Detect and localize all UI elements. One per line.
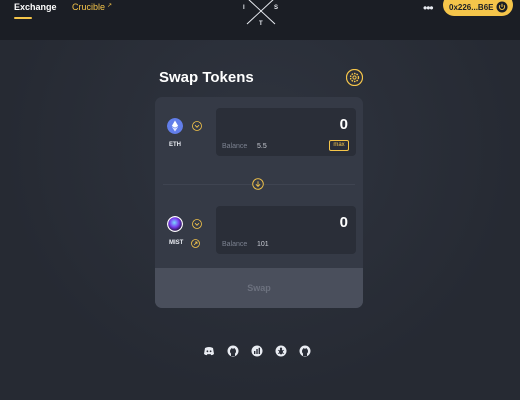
eth-token-icon bbox=[167, 118, 183, 134]
arrow-down-icon[interactable] bbox=[252, 178, 264, 190]
tab-crucible[interactable]: Crucible ↗ bbox=[72, 2, 112, 12]
wallet-button[interactable]: 0x226...B6E bbox=[443, 0, 513, 16]
from-amount-value: 0 bbox=[339, 116, 348, 133]
logo-letter-s: S bbox=[274, 5, 279, 11]
swap-card: ETH 0 Balance 5.5 max MIST 0 Balance 101… bbox=[155, 97, 363, 308]
to-balance-label: Balance bbox=[222, 241, 248, 248]
from-amount-field[interactable]: 0 Balance 5.5 max bbox=[216, 108, 356, 156]
power-icon[interactable] bbox=[496, 1, 508, 13]
tab-crucible-label: Crucible bbox=[72, 2, 106, 12]
from-balance-value: 5.5 bbox=[257, 143, 267, 150]
github-icon[interactable] bbox=[227, 345, 239, 357]
discord-icon[interactable] bbox=[203, 345, 215, 357]
external-link-icon: ↗ bbox=[107, 3, 113, 9]
from-token-symbol: ETH bbox=[169, 142, 181, 148]
mist-token-icon bbox=[167, 216, 183, 232]
token-select-chevron-icon[interactable] bbox=[192, 219, 202, 229]
page-title: Swap Tokens bbox=[159, 69, 254, 86]
chart-icon[interactable] bbox=[251, 345, 263, 357]
to-balance-value: 101 bbox=[257, 241, 269, 248]
bug-icon[interactable] bbox=[275, 345, 287, 357]
to-token-row: MIST 0 Balance 101 bbox=[155, 204, 363, 264]
app-logo[interactable]: I S T bbox=[239, 0, 283, 32]
to-amount-value: 0 bbox=[339, 214, 348, 231]
tab-exchange[interactable]: Exchange bbox=[14, 2, 57, 12]
max-button[interactable]: max bbox=[329, 140, 349, 151]
top-navigation-bar: Exchange Crucible ↗ I S T ••• 0x226...B6E bbox=[0, 0, 520, 40]
footer-social-links bbox=[203, 345, 311, 359]
to-amount-field[interactable]: 0 Balance 101 bbox=[216, 206, 356, 254]
gear-icon[interactable] bbox=[346, 69, 363, 86]
logo-letter-t: T bbox=[259, 21, 263, 27]
wallet-address: 0x226...B6E bbox=[449, 3, 494, 12]
github-icon[interactable] bbox=[299, 345, 311, 357]
active-tab-indicator bbox=[14, 17, 32, 19]
swap-button[interactable]: Swap bbox=[155, 268, 363, 308]
logo-letter-i: I bbox=[243, 5, 245, 11]
from-token-row: ETH 0 Balance 5.5 max bbox=[155, 106, 363, 166]
token-external-link-icon[interactable] bbox=[191, 239, 200, 248]
to-token-symbol: MIST bbox=[169, 240, 184, 246]
token-select-chevron-icon[interactable] bbox=[192, 121, 202, 131]
from-balance-label: Balance bbox=[222, 143, 248, 150]
ellipsis-icon[interactable]: ••• bbox=[423, 1, 434, 15]
